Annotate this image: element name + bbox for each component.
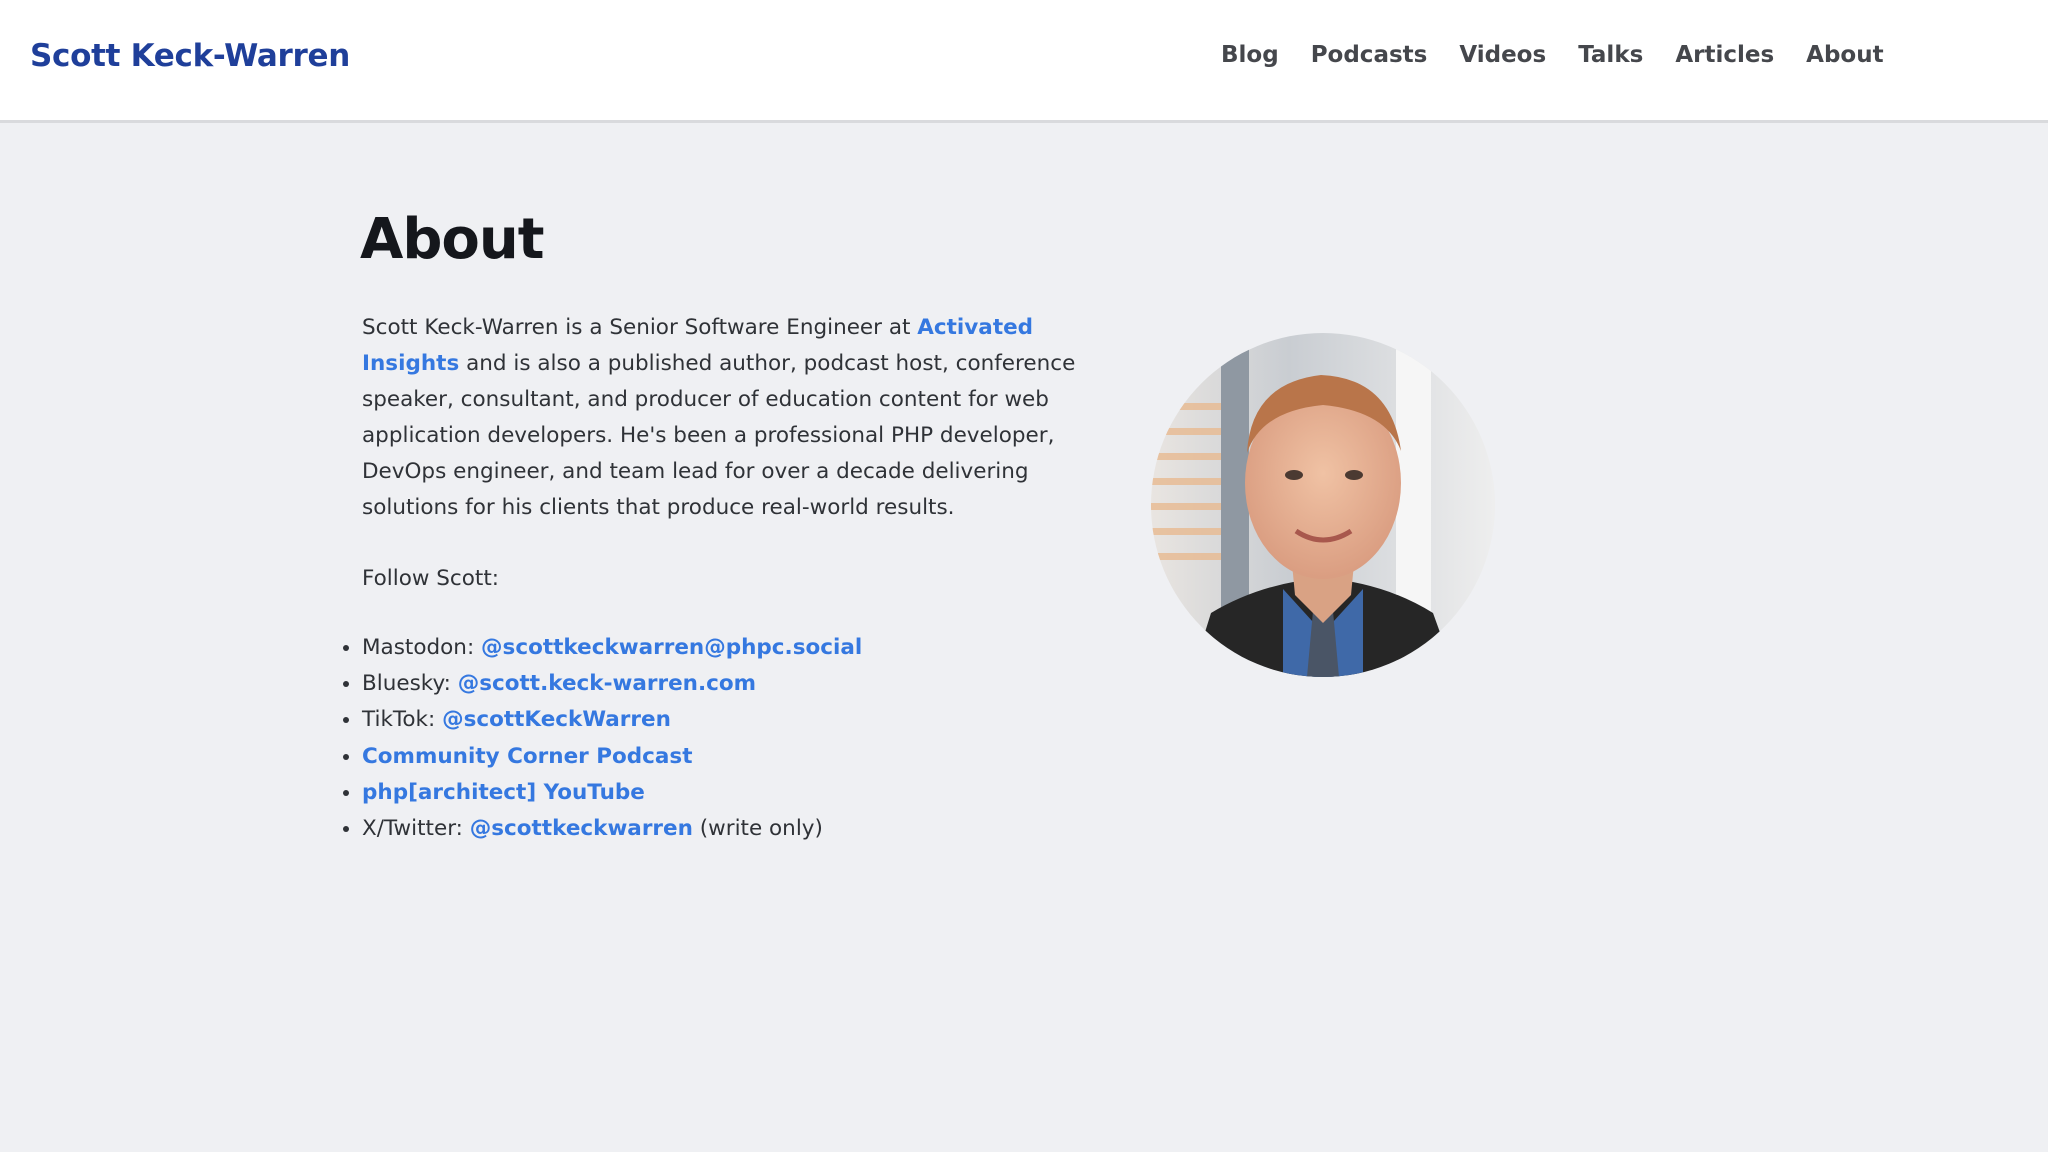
bio-text-end: and is also a published author, podcast … — [362, 351, 1076, 520]
social-item-tiktok: TikTok: @scottKeckWarren — [362, 702, 862, 738]
community-corner-podcast-link[interactable]: Community Corner Podcast — [362, 744, 693, 769]
portrait-photo — [1151, 333, 1495, 677]
portrait-illustration — [1151, 333, 1495, 677]
tiktok-link[interactable]: @scottKeckWarren — [442, 707, 671, 732]
bluesky-link[interactable]: @scott.keck-warren.com — [458, 671, 756, 696]
follow-label: Follow Scott: — [362, 566, 499, 591]
social-item-mastodon: Mastodon: @scottkeckwarren@phpc.social — [362, 630, 862, 666]
page-title: About — [360, 207, 545, 272]
social-prefix: Mastodon: — [362, 635, 482, 660]
social-item-twitter: X/Twitter: @scottkeckwarren (write only) — [362, 811, 862, 847]
social-item-youtube: php[architect] YouTube — [362, 775, 862, 811]
social-prefix: TikTok: — [362, 707, 443, 733]
social-prefix: X/Twitter: — [362, 816, 470, 842]
phparchitect-youtube-link[interactable]: php[architect] YouTube — [362, 780, 645, 805]
mastodon-link[interactable]: @scottkeckwarren@phpc.social — [481, 635, 862, 660]
social-list: Mastodon: @scottkeckwarren@phpc.social B… — [362, 630, 862, 847]
social-item-bluesky: Bluesky: @scott.keck-warren.com — [362, 666, 862, 702]
social-item-podcast: Community Corner Podcast — [362, 739, 862, 775]
bio-text-start: Scott Keck-Warren is a Senior Software E… — [362, 315, 918, 340]
twitter-link[interactable]: @scottkeckwarren — [470, 816, 693, 841]
main-content: About Scott Keck-Warren is a Senior Soft… — [0, 0, 2048, 1152]
bio-paragraph: Scott Keck-Warren is a Senior Software E… — [362, 310, 1102, 526]
social-suffix: (write only) — [692, 816, 823, 842]
social-prefix: Bluesky: — [362, 671, 458, 697]
